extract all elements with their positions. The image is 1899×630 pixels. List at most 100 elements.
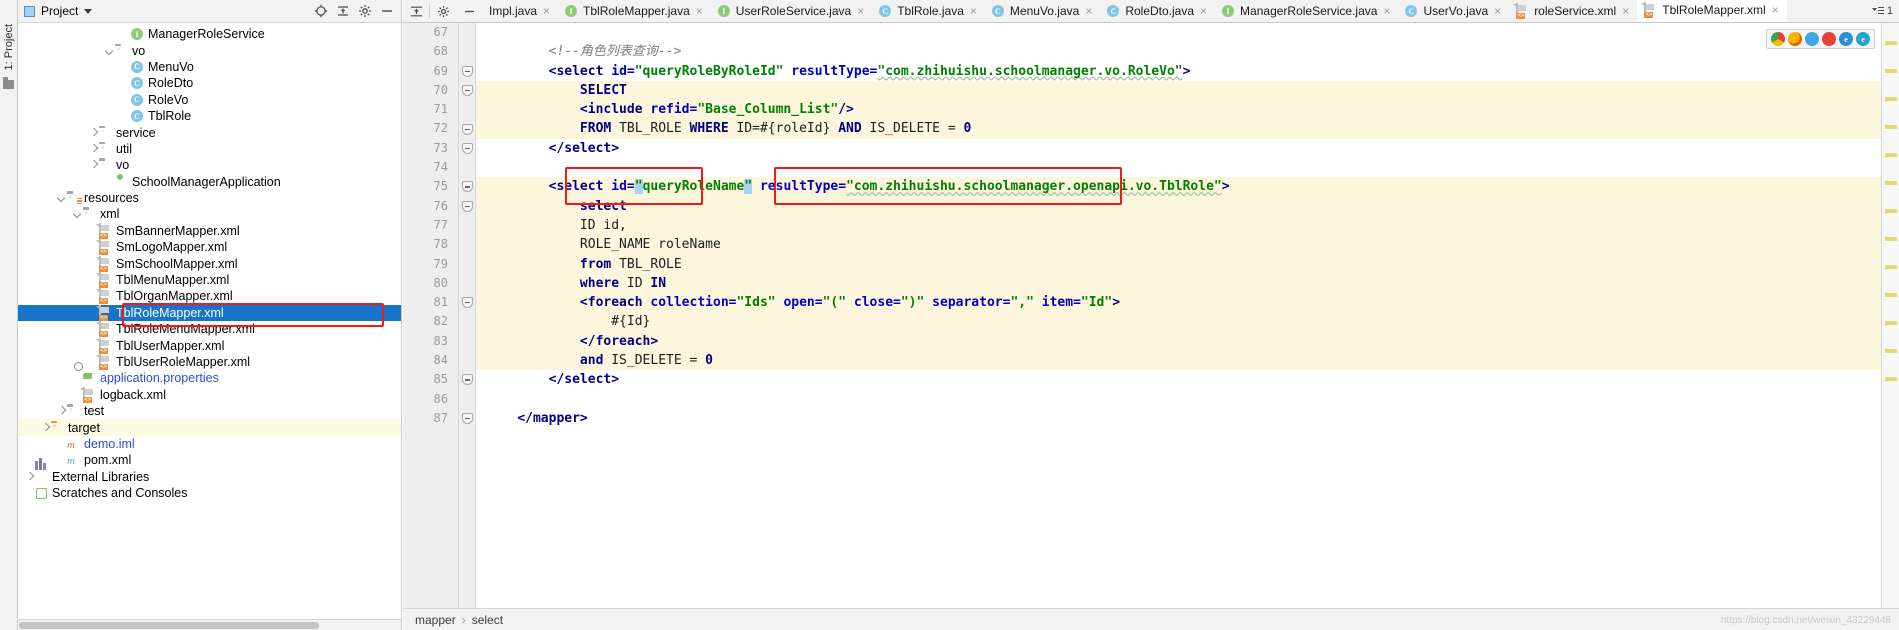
- tree-item-menuvo[interactable]: C MenuVo: [18, 59, 401, 75]
- tree-item-tblusermapper-xml[interactable]: TblUserMapper.xml: [18, 337, 401, 354]
- tree-item-demo-iml[interactable]: m demo.iml: [18, 436, 401, 452]
- error-stripe-scrollbar[interactable]: [1881, 23, 1899, 608]
- stripe-mark[interactable]: [1885, 41, 1897, 45]
- fold-toggle-icon[interactable]: [462, 181, 473, 193]
- safari-icon[interactable]: [1805, 32, 1819, 46]
- project-tool-window-button[interactable]: 1: Project: [3, 24, 15, 70]
- close-icon[interactable]: ×: [1622, 4, 1629, 18]
- tree-item-smbannermapper-xml[interactable]: SmBannerMapper.xml: [18, 222, 401, 239]
- project-tool-window-icon[interactable]: [3, 77, 14, 90]
- fold-toggle-icon[interactable]: [462, 65, 473, 77]
- stripe-mark[interactable]: [1885, 321, 1897, 325]
- tree-item-managerroleservice[interactable]: I ManagerRoleService: [18, 26, 401, 42]
- close-icon[interactable]: ×: [1383, 4, 1390, 18]
- chevron-down-icon[interactable]: [72, 209, 83, 220]
- tree-item-roledto[interactable]: C RoleDto: [18, 75, 401, 91]
- tree-item-target[interactable]: target: [18, 419, 401, 436]
- close-icon[interactable]: ×: [857, 4, 864, 18]
- stripe-mark[interactable]: [1885, 377, 1897, 381]
- close-icon[interactable]: ×: [1494, 4, 1501, 18]
- settings-gear-icon[interactable]: [430, 0, 456, 22]
- tree-item-resources[interactable]: resources: [18, 190, 401, 206]
- stripe-mark[interactable]: [1885, 97, 1897, 101]
- chrome-icon[interactable]: [1771, 32, 1785, 46]
- code-line[interactable]: <include refid="Base_Column_List"/>: [476, 100, 1899, 120]
- tree-item-tblmenumapper-xml[interactable]: TblMenuMapper.xml: [18, 272, 401, 289]
- tree-item-tblrolemenumapper-xml[interactable]: TblRoleMenuMapper.xml: [18, 321, 401, 338]
- stripe-mark[interactable]: [1885, 69, 1897, 73]
- code-line[interactable]: <select id="queryRoleName" resultType="c…: [476, 177, 1899, 197]
- fold-toggle-icon[interactable]: [462, 200, 473, 212]
- settings-gear-icon[interactable]: [357, 3, 373, 19]
- code-line[interactable]: [476, 23, 1899, 42]
- code-line[interactable]: and IS_DELETE = 0: [476, 351, 1899, 371]
- tree-item-util[interactable]: util: [18, 141, 401, 157]
- project-horizontal-scrollbar[interactable]: [18, 619, 401, 630]
- chevron-down-icon[interactable]: [56, 193, 67, 204]
- breadcrumb-item-select[interactable]: select: [472, 613, 503, 627]
- code-line[interactable]: </select>: [476, 370, 1899, 390]
- chevron-down-icon[interactable]: [104, 45, 115, 56]
- code-line[interactable]: <!--角色列表查询-->: [476, 42, 1899, 61]
- hide-icon[interactable]: [379, 3, 395, 19]
- code-line[interactable]: where ID IN: [476, 273, 1899, 294]
- tree-item-xml[interactable]: xml: [18, 206, 401, 222]
- chevron-down-icon[interactable]: [84, 8, 93, 14]
- fold-toggle-icon[interactable]: [462, 297, 473, 309]
- tree-item-schoolmanagerapplication[interactable]: SchoolManagerApplication: [18, 174, 401, 190]
- ie-icon[interactable]: e: [1839, 32, 1853, 46]
- code-line[interactable]: [476, 158, 1899, 177]
- chevron-right-icon[interactable]: [88, 160, 99, 171]
- fold-toggle-icon[interactable]: [462, 413, 473, 424]
- close-icon[interactable]: ×: [543, 4, 550, 18]
- tree-item-rolevo[interactable]: C RoleVo: [18, 92, 401, 108]
- fold-toggle-icon[interactable]: [462, 123, 473, 135]
- editor-tab-roleservice-xml[interactable]: roleService.xml ×: [1509, 0, 1637, 22]
- opera-icon[interactable]: [1822, 32, 1836, 46]
- tree-item-tblorganmapper-xml[interactable]: TblOrganMapper.xml: [18, 288, 401, 305]
- tree-item-service[interactable]: service: [18, 124, 401, 140]
- code-line[interactable]: FROM TBL_ROLE WHERE ID=#{roleId} AND IS_…: [476, 119, 1899, 139]
- stripe-mark[interactable]: [1885, 125, 1897, 129]
- editor-tab-tblrolemapper-xml[interactable]: TblRoleMapper.xml ×: [1637, 0, 1787, 22]
- close-icon[interactable]: ×: [1200, 4, 1207, 18]
- fold-toggle-icon[interactable]: [462, 374, 473, 386]
- code-line[interactable]: ROLE_NAME roleName: [476, 235, 1899, 255]
- code-line[interactable]: #{Id}: [476, 312, 1899, 332]
- code-line[interactable]: </mapper>: [476, 408, 1899, 429]
- stripe-mark[interactable]: [1885, 237, 1897, 241]
- close-icon[interactable]: ×: [1085, 4, 1092, 18]
- code-line[interactable]: <select id="queryRoleByRoleId" resultTyp…: [476, 61, 1899, 81]
- code-line[interactable]: </foreach>: [476, 331, 1899, 352]
- locate-icon[interactable]: [313, 3, 329, 19]
- code-viewport[interactable]: 67 68 69 70 71 72 73 74 75 76 77 78 79 80 81 82 83 84 85 86…: [403, 23, 1899, 608]
- tree-item-application-properties[interactable]: application.properties: [18, 370, 401, 386]
- tree-item-tblrolemapper-xml[interactable]: TblRoleMapper.xml: [18, 304, 401, 322]
- code-text[interactable]: <!--角色列表查询--> <select id="queryRoleByRol…: [476, 23, 1899, 608]
- code-line[interactable]: SELECT: [476, 80, 1899, 101]
- editor-tab-impl-java[interactable]: Impl.java ×: [482, 0, 558, 22]
- browser-preview-toolbar[interactable]: e e: [1766, 29, 1875, 49]
- code-line[interactable]: [476, 390, 1899, 409]
- scrollbar-thumb[interactable]: [19, 622, 319, 629]
- tree-item-vo[interactable]: vo: [18, 42, 401, 58]
- tree-item-scratches-and-consoles[interactable]: Scratches and Consoles: [18, 485, 401, 501]
- stripe-mark[interactable]: [1885, 293, 1897, 297]
- stripe-mark[interactable]: [1885, 349, 1897, 353]
- tab-overflow[interactable]: 1: [1866, 0, 1899, 22]
- chevron-right-icon[interactable]: [56, 406, 67, 417]
- fold-toggle-icon[interactable]: [462, 142, 473, 154]
- code-line[interactable]: from TBL_ROLE: [476, 254, 1899, 274]
- stripe-mark[interactable]: [1885, 153, 1897, 157]
- code-folding-column[interactable]: [459, 23, 476, 608]
- editor-tab-managerroleservice-java[interactable]: I ManagerRoleService.java ×: [1215, 0, 1398, 22]
- close-icon[interactable]: ×: [1772, 3, 1779, 17]
- code-line[interactable]: ID id,: [476, 215, 1899, 236]
- project-tree[interactable]: I ManagerRoleService vo C MenuVo C RoleDto C Rol…: [18, 23, 401, 619]
- code-line[interactable]: <foreach collection="Ids" open="(" close…: [476, 293, 1899, 313]
- tree-item-test[interactable]: test: [18, 403, 401, 419]
- expand-collapse-icon[interactable]: [335, 3, 351, 19]
- breadcrumb-item-mapper[interactable]: mapper: [415, 613, 456, 627]
- stripe-mark[interactable]: [1885, 265, 1897, 269]
- chevron-right-icon[interactable]: [88, 143, 99, 154]
